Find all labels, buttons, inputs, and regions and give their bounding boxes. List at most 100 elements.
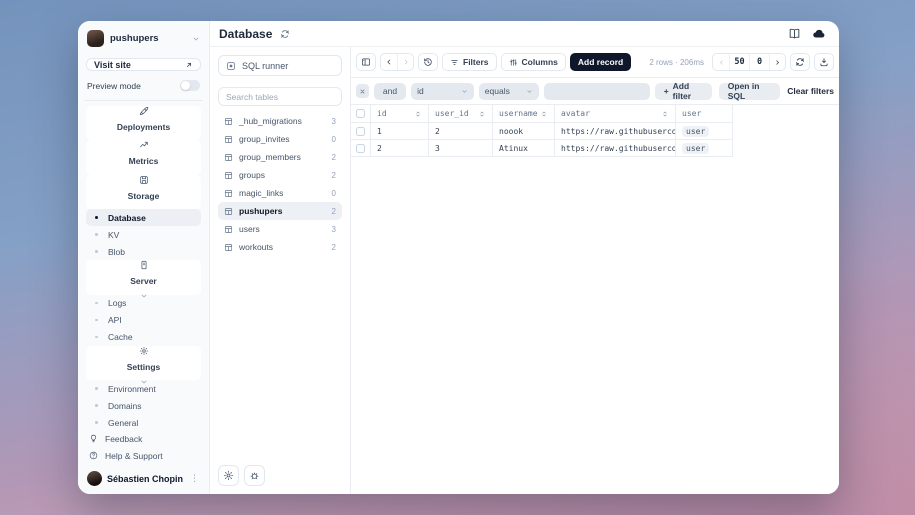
sidebar-item-storage[interactable]: Storage bbox=[86, 175, 201, 209]
add-record-button[interactable]: Add record bbox=[570, 53, 631, 71]
table-list-item-_hub_migrations[interactable]: _hub_migrations3 bbox=[218, 112, 342, 130]
next-page-button[interactable] bbox=[769, 54, 785, 70]
sidebar-item-api[interactable]: API bbox=[86, 312, 201, 329]
download-button[interactable] bbox=[814, 53, 834, 71]
table-cell-user_id[interactable]: 3 bbox=[429, 140, 493, 157]
sort-icon[interactable] bbox=[540, 110, 548, 118]
table-name: groups bbox=[239, 170, 326, 180]
query-history-button[interactable] bbox=[418, 53, 438, 71]
help-support-link[interactable]: Help & Support bbox=[86, 448, 201, 463]
filter-operator-select[interactable]: equals bbox=[479, 83, 539, 100]
sidebar-item-domains[interactable]: Domains bbox=[86, 397, 201, 414]
table-cell-avatar[interactable]: https://raw.githubusercon… bbox=[555, 123, 676, 140]
prev-page-button[interactable] bbox=[713, 54, 729, 70]
table-list: _hub_migrations3group_invites0group_memb… bbox=[218, 112, 342, 256]
filters-button[interactable]: Filters bbox=[442, 53, 497, 71]
table-cell-username[interactable]: Atinux bbox=[493, 140, 555, 157]
page-size-value[interactable]: 50 bbox=[729, 54, 749, 70]
sidebar-item-database[interactable]: Database bbox=[86, 209, 201, 226]
project-switcher[interactable]: pushupers bbox=[86, 28, 201, 49]
relation-badge[interactable]: user bbox=[682, 126, 709, 137]
refresh-data-button[interactable] bbox=[790, 53, 810, 71]
sidebar-item-server[interactable]: Server bbox=[86, 260, 201, 294]
content-area: Database SQL runner _hub_migrations3grou… bbox=[210, 21, 839, 494]
sidebar-item-deployments[interactable]: Deployments bbox=[86, 106, 201, 140]
table-list-item-workouts[interactable]: workouts2 bbox=[218, 238, 342, 256]
sidebar-item-label: Blob bbox=[108, 247, 196, 257]
table-list-item-magic_links[interactable]: magic_links0 bbox=[218, 184, 342, 202]
sidebar-item-general[interactable]: General bbox=[86, 414, 201, 431]
sidebar-item-logs[interactable]: Logs bbox=[86, 295, 201, 312]
forward-button[interactable] bbox=[397, 54, 413, 70]
feedback-link[interactable]: Feedback bbox=[86, 431, 201, 446]
toggle-panel-button[interactable] bbox=[356, 53, 376, 71]
table-grid-icon bbox=[224, 153, 233, 162]
sort-icon[interactable] bbox=[661, 110, 669, 118]
dots-vertical-icon[interactable]: ⋮ bbox=[188, 473, 201, 484]
user-menu[interactable]: Sébastien Chopin ⋮ bbox=[86, 471, 201, 486]
filter-value-input[interactable] bbox=[544, 83, 650, 100]
remove-filter-button[interactable] bbox=[356, 84, 369, 98]
search-tables-input[interactable] bbox=[218, 87, 342, 106]
gear-icon bbox=[138, 346, 149, 356]
settings-gear-button[interactable] bbox=[218, 465, 239, 486]
table-list-item-groups[interactable]: groups2 bbox=[218, 166, 342, 184]
table-row[interactable]: 23Atinuxhttps://raw.githubusercon… user bbox=[351, 140, 839, 157]
sql-runner-button[interactable]: SQL runner bbox=[218, 55, 342, 76]
sidebar-item-blob[interactable]: Blob bbox=[86, 243, 201, 260]
refresh-page-icon[interactable] bbox=[280, 29, 290, 39]
visit-site-button[interactable]: Visit site bbox=[86, 58, 201, 71]
nuxthub-cloud-icon[interactable] bbox=[812, 27, 826, 41]
sidebar-item-cache[interactable]: Cache bbox=[86, 329, 201, 346]
table-list-item-group_members[interactable]: group_members2 bbox=[218, 148, 342, 166]
filter-column-select[interactable]: id bbox=[411, 83, 474, 100]
preview-mode-toggle[interactable] bbox=[180, 80, 200, 91]
table-cell-user[interactable]: user bbox=[676, 123, 733, 140]
add-filter-button[interactable]: + Add filter bbox=[655, 83, 712, 100]
open-in-sql-button[interactable]: Open in SQL bbox=[719, 83, 780, 100]
table-list-item-group_invites[interactable]: group_invites0 bbox=[218, 130, 342, 148]
sort-icon[interactable] bbox=[478, 110, 486, 118]
row-checkbox-cell[interactable] bbox=[351, 123, 371, 140]
page-title: Database bbox=[219, 27, 272, 41]
cell-value: 1 bbox=[377, 127, 382, 136]
sidebar-item-settings[interactable]: Settings bbox=[86, 346, 201, 380]
table-list-item-pushupers[interactable]: pushupers2 bbox=[218, 202, 342, 220]
conjunction-chip[interactable]: and bbox=[374, 83, 406, 100]
relation-badge[interactable]: user bbox=[682, 143, 709, 154]
sidebar-item-environment[interactable]: Environment bbox=[86, 380, 201, 397]
page-offset-value[interactable]: 0 bbox=[749, 54, 769, 70]
table-cell-id[interactable]: 1 bbox=[371, 123, 429, 140]
column-header-user[interactable]: user bbox=[676, 105, 733, 123]
history-nav-group bbox=[380, 53, 414, 71]
select-all-checkbox[interactable] bbox=[351, 105, 371, 123]
table-row[interactable]: 1 2noookhttps://raw.githubusercon… user bbox=[351, 123, 839, 140]
table-cell-user_id[interactable]: 2 bbox=[429, 123, 493, 140]
bullet-icon bbox=[91, 387, 102, 390]
column-header-avatar[interactable]: avatar bbox=[555, 105, 676, 123]
columns-button[interactable]: Columns bbox=[501, 53, 566, 71]
sort-icon[interactable] bbox=[414, 110, 422, 118]
checkbox[interactable] bbox=[356, 127, 365, 136]
checkbox[interactable] bbox=[356, 109, 365, 118]
table-grid-icon bbox=[224, 225, 233, 234]
column-label: user bbox=[682, 109, 701, 118]
table-cell-user[interactable]: user bbox=[676, 140, 733, 157]
table-cell-username[interactable]: noook bbox=[493, 123, 555, 140]
row-checkbox-cell[interactable] bbox=[351, 140, 371, 157]
column-header-id[interactable]: id bbox=[371, 105, 429, 123]
column-header-user_id[interactable]: user_id bbox=[429, 105, 493, 123]
back-button[interactable] bbox=[381, 54, 397, 70]
column-header-username[interactable]: username bbox=[493, 105, 555, 123]
sidebar-item-label: Deployments bbox=[117, 122, 170, 140]
sidebar-item-metrics[interactable]: Metrics bbox=[86, 140, 201, 174]
sidebar-item-kv[interactable]: KV bbox=[86, 226, 201, 243]
table-cell-id[interactable]: 2 bbox=[371, 140, 429, 157]
table-cell-avatar[interactable]: https://raw.githubusercon… bbox=[555, 140, 676, 157]
clear-filters-button[interactable]: Clear filters bbox=[787, 86, 834, 96]
debug-bug-button[interactable] bbox=[244, 465, 265, 486]
table-list-item-users[interactable]: users3 bbox=[218, 220, 342, 238]
checkbox[interactable] bbox=[356, 144, 365, 153]
bullet-icon bbox=[91, 233, 102, 236]
docs-book-icon[interactable] bbox=[788, 27, 801, 40]
